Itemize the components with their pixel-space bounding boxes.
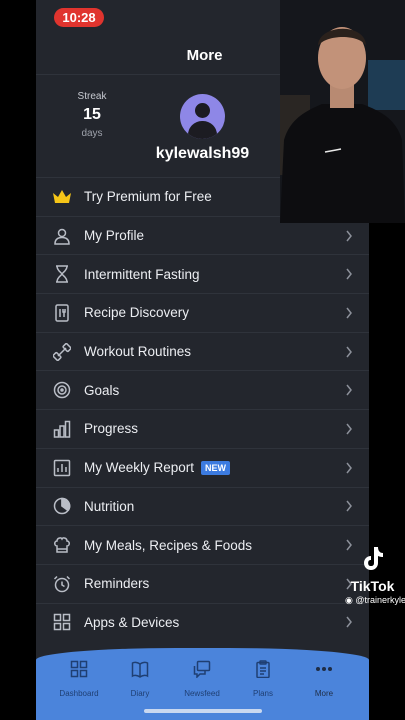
video-overlay	[280, 0, 405, 223]
menu-item-label: Progress	[84, 421, 139, 437]
menu-item-progress[interactable]: Progress	[36, 409, 369, 448]
menu-item-label: Nutrition	[84, 498, 135, 514]
menu-item-weekly-report[interactable]: My Weekly Report NEW	[36, 447, 369, 487]
menu-item-goals[interactable]: Goals	[36, 370, 369, 409]
person-video-silhouette	[280, 0, 405, 223]
apps-grid-icon	[52, 612, 72, 632]
menu-item-label: Workout Routines	[84, 344, 192, 360]
chevron-right-icon	[346, 268, 352, 280]
pie-chart-icon	[52, 496, 72, 516]
streak-value: 15	[83, 106, 101, 123]
tab-diary[interactable]: Diary	[110, 660, 170, 698]
streak-counter: Streak 15 days	[72, 91, 112, 139]
crown-icon	[52, 187, 72, 207]
avatar[interactable]	[180, 94, 225, 139]
tab-label: Newsfeed	[184, 689, 220, 698]
menu-item-label: My Profile	[84, 228, 145, 244]
menu-item-label: Intermittent Fasting	[84, 266, 200, 282]
tab-label: More	[314, 689, 334, 698]
tab-label: Diary	[130, 689, 150, 698]
username[interactable]: kylewalsh99	[136, 145, 269, 163]
streak-label: Streak	[77, 91, 107, 102]
more-dots-icon	[316, 667, 332, 671]
menu-item-intermittent-fasting[interactable]: Intermittent Fasting	[36, 254, 369, 293]
menu-item-reminders[interactable]: Reminders	[36, 563, 369, 603]
tiktok-handle-text: @trainerkyle	[355, 595, 405, 605]
plans-icon	[256, 660, 270, 679]
menu-item-label: Reminders	[84, 576, 150, 592]
tab-label: Plans	[252, 689, 273, 698]
menu-item-meals-recipes-foods[interactable]: My Meals, Recipes & Foods	[36, 525, 369, 564]
chevron-right-icon	[346, 462, 352, 474]
user-icon: ◉	[344, 595, 353, 605]
chevron-right-icon	[346, 616, 352, 628]
chevron-right-icon	[346, 423, 352, 435]
menu-item-label: Goals	[84, 382, 120, 398]
new-badge: NEW	[201, 461, 231, 476]
tab-newsfeed[interactable]: Newsfeed	[172, 660, 232, 698]
chevron-right-icon	[346, 384, 352, 396]
tiktok-logo-text: TikTok	[350, 578, 395, 594]
tiktok-handle: ◉ @trainerkyle	[326, 595, 405, 606]
chevron-right-icon	[346, 230, 352, 241]
recipe-book-icon	[52, 303, 72, 323]
person-icon	[52, 226, 72, 246]
menu-item-label-text: My Weekly Report	[84, 459, 195, 475]
hourglass-icon	[52, 264, 72, 284]
status-time-pill: 10:28	[54, 8, 104, 27]
menu-item-label: Apps & Devices	[84, 614, 180, 630]
tab-label: Dashboard	[59, 689, 99, 698]
menu-item-label: My Weekly Report NEW	[84, 459, 231, 476]
diary-icon	[131, 661, 149, 678]
tab-dashboard[interactable]: Dashboard	[49, 660, 109, 698]
menu-item-nutrition[interactable]: Nutrition	[36, 486, 369, 526]
home-indicator	[144, 709, 262, 713]
tiktok-note-icon	[363, 547, 383, 570]
menu-item-recipe-discovery[interactable]: Recipe Discovery	[36, 293, 369, 332]
bottom-tab-bar: Dashboard Diary Newsfeed Plans More	[36, 648, 369, 720]
menu-item-apps-devices[interactable]: Apps & Devices	[36, 602, 369, 642]
target-icon	[52, 380, 72, 400]
alarm-clock-icon	[52, 574, 72, 594]
bar-chart-icon	[52, 419, 72, 439]
tiktok-watermark: TikTok ◉ @trainerkyle	[340, 545, 405, 605]
avatar-head-shape	[195, 103, 210, 118]
tab-plans[interactable]: Plans	[233, 660, 293, 698]
menu-item-label: My Meals, Recipes & Foods	[84, 537, 253, 553]
menu-item-label: Recipe Discovery	[84, 305, 190, 321]
menu-item-label: Try Premium for Free	[84, 189, 212, 205]
report-icon	[52, 458, 72, 478]
chevron-right-icon	[346, 307, 352, 319]
chef-hat-icon	[52, 535, 72, 555]
dumbbell-icon	[52, 342, 72, 362]
chevron-right-icon	[346, 500, 352, 512]
more-menu-list: Try Premium for Free My Profile Intermit…	[36, 177, 369, 641]
streak-unit: days	[81, 128, 103, 139]
chevron-right-icon	[346, 346, 352, 358]
dashboard-icon	[70, 660, 88, 678]
newsfeed-icon	[193, 660, 211, 679]
tab-more[interactable]: More	[294, 660, 354, 698]
avatar-body-shape	[188, 121, 217, 139]
menu-item-workout-routines[interactable]: Workout Routines	[36, 331, 369, 371]
